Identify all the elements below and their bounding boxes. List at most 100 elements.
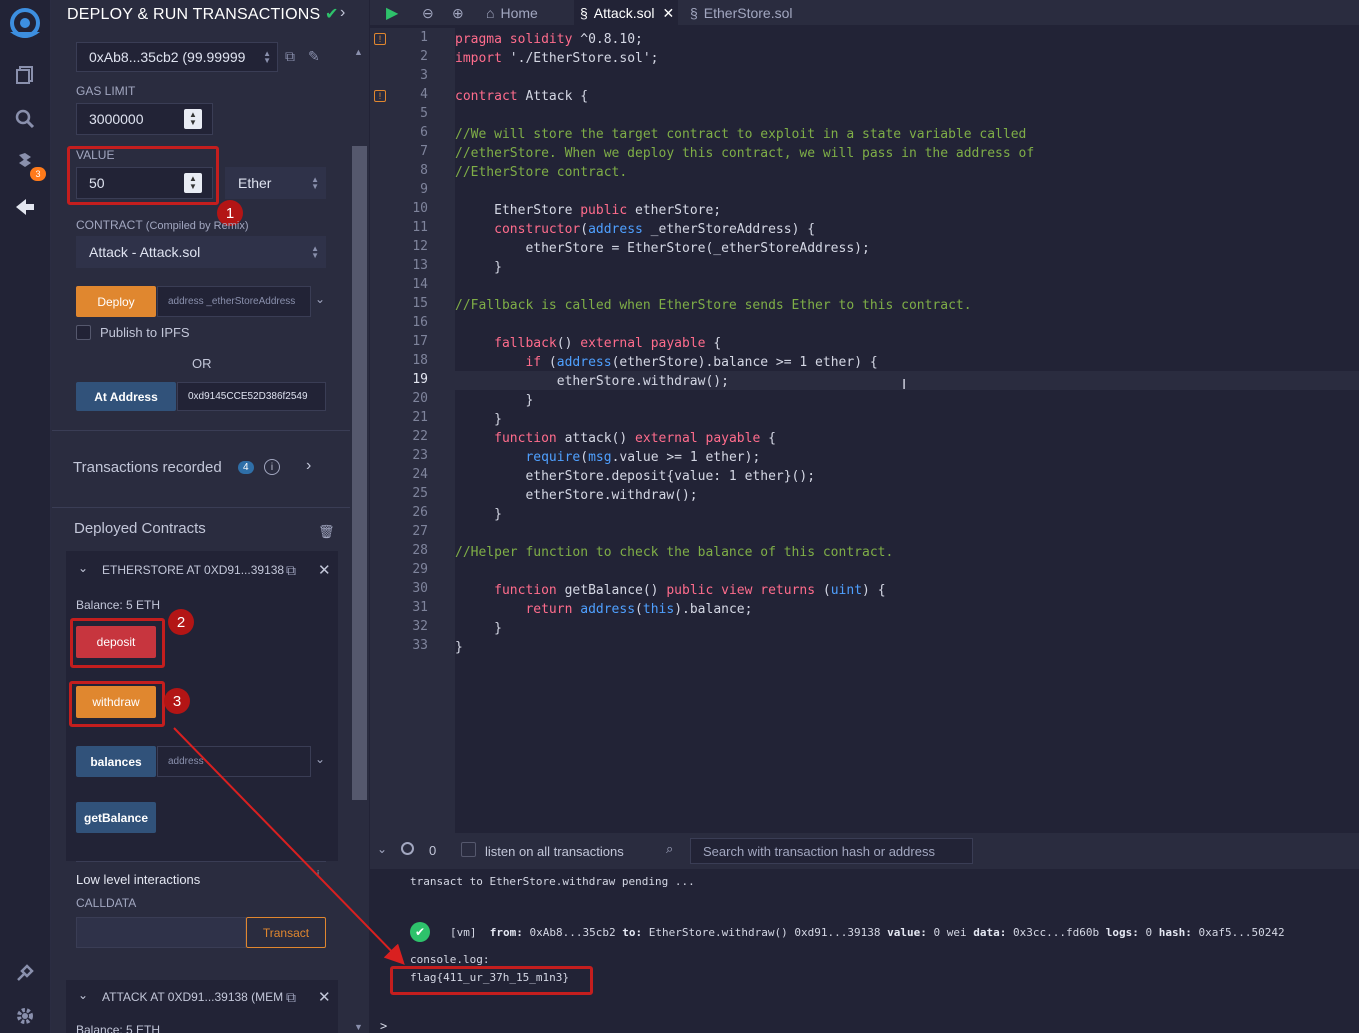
- terminal-toolbar: ⌄ 0 listen on all transactions ⌕ Search …: [370, 833, 1359, 869]
- text-cursor-icon: I: [902, 376, 907, 393]
- scroll-up-icon[interactable]: ▲: [354, 47, 363, 57]
- tab-home[interactable]: ⌂ Home: [486, 0, 538, 26]
- copy-icon[interactable]: ⧉: [286, 989, 296, 1006]
- line-number: 1: [420, 30, 428, 45]
- copy-icon[interactable]: ⧉: [286, 562, 296, 579]
- etherstore-title[interactable]: ETHERSTORE AT 0XD91...39138: [102, 563, 284, 577]
- low-level-label: Low level interactions: [76, 872, 201, 887]
- gas-limit-value: 3000000: [89, 111, 144, 127]
- line-number: 11: [412, 220, 428, 235]
- getbalance-button[interactable]: getBalance: [76, 802, 156, 833]
- transact-button[interactable]: Transact: [246, 917, 326, 948]
- publish-ipfs-checkbox[interactable]: [76, 325, 91, 340]
- warning-icon[interactable]: !: [374, 33, 386, 45]
- terminal-prompt[interactable]: >: [380, 1019, 387, 1033]
- tx-log[interactable]: [vm] from: 0xAb8...35cb2 to: EtherStore.…: [450, 926, 1285, 939]
- console-log-label: console.log:: [410, 953, 490, 966]
- clear-icon[interactable]: [401, 842, 414, 855]
- line-number: 12: [412, 239, 428, 254]
- copy-icon[interactable]: ⧉: [285, 48, 295, 65]
- line-number: 30: [412, 581, 428, 596]
- line-number: 7: [420, 144, 428, 159]
- search-icon[interactable]: [12, 106, 38, 132]
- close-icon[interactable]: ✕: [318, 988, 331, 1006]
- balances-button[interactable]: balances: [76, 746, 156, 777]
- plugin-manager-icon[interactable]: [12, 960, 38, 986]
- compiler-badge: 3: [30, 167, 46, 181]
- run-icon[interactable]: ▶: [386, 0, 398, 26]
- panel-scrollbar[interactable]: [352, 146, 367, 800]
- close-icon[interactable]: ✕: [318, 561, 331, 579]
- contract-select[interactable]: Attack - Attack.sol ▲ ▼: [76, 236, 326, 268]
- transactions-count-badge: 4: [238, 461, 254, 474]
- publish-ipfs-label: Publish to IPFS: [100, 325, 190, 340]
- line-number: 23: [412, 448, 428, 463]
- value-unit: Ether: [238, 175, 272, 191]
- at-address-input[interactable]: 0xd9145CCE52D386f2549: [177, 382, 326, 411]
- calldata-label: CALLDATA: [76, 896, 137, 910]
- transactions-section[interactable]: Transactions recorded 4 i ›: [52, 430, 350, 508]
- line-number: 5: [420, 106, 428, 121]
- tab-etherstore-label: EtherStore.sol: [703, 5, 793, 21]
- line-number: 3: [420, 68, 428, 83]
- chevron-down-icon[interactable]: ⌄: [315, 752, 325, 766]
- value-unit-select[interactable]: Ether ▲ ▼: [225, 167, 326, 199]
- line-number: 18: [412, 353, 428, 368]
- file-explorer-icon[interactable]: [12, 62, 38, 88]
- panel-header: DEPLOY & RUN TRANSACTIONS ✔ ›: [51, 0, 369, 28]
- line-number: 14: [412, 277, 428, 292]
- deploy-address-input[interactable]: address _etherStoreAddress: [157, 286, 311, 317]
- chevron-down-icon[interactable]: ⌄: [315, 292, 325, 306]
- deploy-button[interactable]: Deploy: [76, 286, 156, 317]
- tab-attack[interactable]: § Attack.sol ✕: [574, 0, 678, 26]
- zoom-out-icon[interactable]: ⊖: [422, 0, 434, 26]
- line-number: 27: [412, 524, 428, 539]
- line-number: 25: [412, 486, 428, 501]
- at-address-button[interactable]: At Address: [76, 382, 176, 411]
- close-icon[interactable]: ✕: [663, 5, 675, 22]
- updown-icon: ▲ ▼: [311, 175, 319, 191]
- deployed-contracts-label: Deployed Contracts: [74, 520, 206, 537]
- line-number: 31: [412, 600, 428, 615]
- line-number: 20: [412, 391, 428, 406]
- info-icon[interactable]: ⁱ: [317, 868, 319, 882]
- collapse-icon[interactable]: ⌄: [377, 842, 387, 856]
- settings-gear-icon[interactable]: [12, 1003, 38, 1029]
- remix-ide: 3 DEPLOY & RUN TRANSACTIONS ✔ › 0xAb8...…: [0, 0, 1359, 1033]
- chevron-down-icon[interactable]: ⌄: [78, 988, 88, 1002]
- updown-icon: ▲ ▼: [311, 244, 319, 260]
- line-number: 2: [420, 49, 428, 64]
- attack-title[interactable]: ATTACK AT 0XD91...39138 (MEM: [102, 990, 283, 1004]
- chevron-right-icon[interactable]: ›: [340, 4, 345, 22]
- source-code[interactable]: pragma solidity ^0.8.10; import './Ether…: [455, 30, 1034, 657]
- scroll-down-icon[interactable]: ▼: [354, 1022, 363, 1032]
- transactions-label: Transactions recorded: [73, 459, 222, 476]
- terminal-search-input[interactable]: Search with transaction hash or address: [690, 838, 973, 864]
- info-icon[interactable]: i: [264, 459, 280, 475]
- chevron-down-icon[interactable]: ⌄: [78, 561, 88, 575]
- trash-icon[interactable]: 🗑: [318, 524, 335, 540]
- etherstore-balance: Balance: 5 ETH: [76, 598, 161, 612]
- gas-spinner-icon[interactable]: ▲ ▼: [184, 109, 202, 129]
- calldata-input[interactable]: [76, 917, 246, 948]
- warning-icon[interactable]: !: [374, 90, 386, 102]
- tab-etherstore[interactable]: § EtherStore.sol: [690, 0, 793, 26]
- remix-logo-icon[interactable]: [6, 6, 44, 40]
- pending-count: 0: [429, 843, 437, 858]
- line-number: 13: [412, 258, 428, 273]
- balances-input[interactable]: address: [157, 746, 311, 777]
- panel-title: DEPLOY & RUN TRANSACTIONS ✔: [67, 6, 339, 23]
- line-number: 32: [412, 619, 428, 634]
- line-number: 29: [412, 562, 428, 577]
- deploy-run-icon[interactable]: [12, 194, 38, 220]
- chevron-right-icon[interactable]: ›: [306, 457, 311, 475]
- line-number: 26: [412, 505, 428, 520]
- account-select[interactable]: 0xAb8...35cb2 (99.99999 ▲ ▼: [76, 42, 278, 72]
- edit-icon[interactable]: ✎: [308, 48, 320, 65]
- line-number: 4: [420, 87, 428, 102]
- listen-checkbox[interactable]: [461, 842, 476, 857]
- line-number: 19: [412, 372, 428, 387]
- annotation-3: 3: [164, 688, 190, 714]
- tab-home-label: Home: [500, 5, 538, 21]
- zoom-in-icon[interactable]: ⊕: [452, 0, 464, 26]
